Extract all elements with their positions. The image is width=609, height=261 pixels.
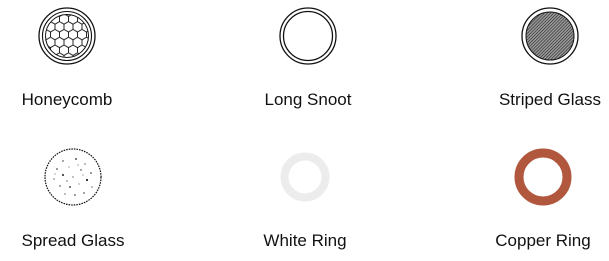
option-spread-glass[interactable]: Spread Glass (0, 141, 173, 261)
option-label: Striped Glass (498, 90, 602, 109)
honeycomb-grid-icon (37, 6, 97, 66)
spread-glass-icon (43, 147, 103, 207)
striped-glass-icon (520, 6, 580, 66)
copper-ring-icon (513, 147, 573, 207)
white-ring-shape (280, 152, 330, 202)
option-striped-glass[interactable]: Striped Glass (450, 0, 609, 120)
option-white-ring[interactable]: White Ring (205, 141, 405, 261)
option-long-snoot[interactable]: Long Snoot (208, 0, 408, 120)
long-snoot-icon (278, 6, 338, 66)
option-copper-ring[interactable]: Copper Ring (443, 141, 609, 261)
option-label: White Ring (263, 231, 347, 250)
option-honeycomb[interactable]: Honeycomb (0, 0, 167, 120)
option-label: Copper Ring (495, 231, 591, 250)
option-label: Spread Glass (21, 231, 125, 250)
option-label: Long Snoot (264, 90, 352, 109)
white-ring-icon (275, 147, 335, 207)
option-label: Honeycomb (21, 90, 113, 109)
copper-ring-shape (514, 148, 572, 206)
